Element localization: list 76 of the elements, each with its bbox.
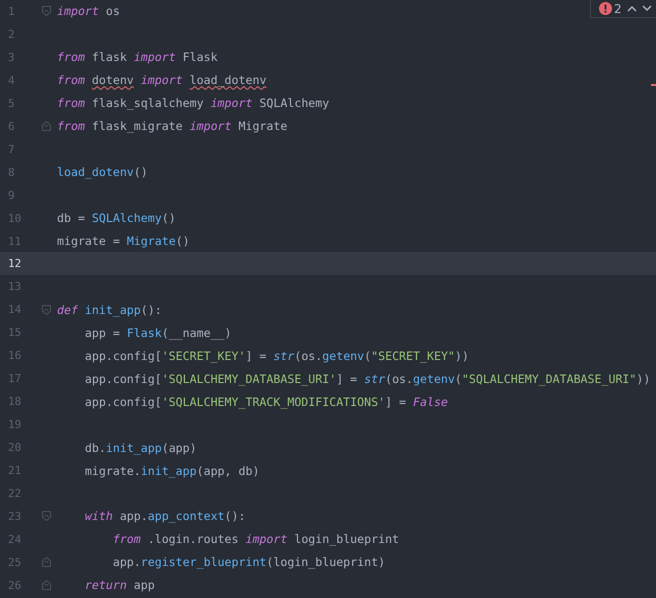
line-number: 21: [7, 464, 22, 478]
error-icon[interactable]: [599, 2, 612, 15]
editor-line[interactable]: 4 from dotenv import load_dotenv: [0, 68, 656, 92]
code-line: from flask_migrate import Migrate: [57, 119, 288, 134]
code-line: with app.app_context():: [84, 509, 246, 524]
chevron-down-icon[interactable]: [642, 5, 652, 12]
code-line: from dotenv import load_dotenv: [57, 73, 266, 88]
error-count: 2: [614, 2, 622, 16]
code-line: migrate = Migrate(): [57, 234, 190, 248]
editor-line[interactable]: 20 db.init_app(app): [0, 436, 656, 460]
line-number: 2: [7, 28, 16, 41]
line-number: 9: [7, 188, 16, 202]
line-number: 17: [7, 372, 22, 386]
editor-line[interactable]: 16 app.config['SECRET_KEY'] = str(os.getenv("SECRET_KEY")): [0, 344, 656, 368]
code-line: from flask_sqlalchemy import SQLAlchemy: [57, 96, 330, 110]
code-line: db = SQLAlchemy(): [57, 211, 176, 226]
line-number: 23: [7, 510, 22, 523]
fold-icon[interactable]: [42, 121, 51, 132]
code-line: app.register_blueprint(login_blueprint): [112, 555, 386, 570]
line-number: 6: [7, 120, 16, 133]
editor-line[interactable]: 1 import os 2: [0, 0, 656, 23]
editor-line[interactable]: 25 app.register_blueprint(login_blueprint): [0, 550, 656, 574]
chevron-up-icon[interactable]: [626, 5, 637, 12]
line-number: 20: [7, 441, 22, 454]
code-line: return app: [84, 578, 155, 592]
code-editor[interactable]: [0, 0, 656, 598]
line-number: 4: [7, 74, 16, 87]
line-number: 11: [7, 234, 22, 248]
line-number: 12: [7, 257, 22, 270]
code-line: from .login.routes import login_blueprint: [112, 532, 400, 546]
code-line: import os: [57, 4, 120, 18]
code-line: app = Flask(__name__): [84, 326, 232, 340]
editor-line[interactable]: 11 migrate = Migrate(): [0, 230, 656, 252]
fold-icon[interactable]: [42, 6, 51, 16]
line-number: 15: [7, 326, 22, 340]
error-stripe-marker[interactable]: [651, 84, 656, 86]
line-number: 10: [7, 212, 22, 225]
line-number: 18: [7, 395, 22, 408]
fold-icon[interactable]: [42, 557, 51, 568]
editor-line[interactable]: 21 migrate.init_app(app, db): [0, 459, 656, 482]
editor-line[interactable]: 24 from .login.routes import login_blueprint: [0, 528, 656, 551]
line-number: 3: [7, 50, 16, 64]
editor-line[interactable]: 10 db = SQLAlchemy(): [0, 206, 656, 230]
line-number: 7: [7, 142, 16, 156]
code-line: db.init_app(app): [84, 440, 197, 455]
line-number: 14: [7, 303, 22, 316]
code-line: migrate.init_app(app, db): [84, 464, 260, 478]
fold-icon[interactable]: [42, 304, 51, 315]
line-number: 5: [7, 96, 16, 110]
line-number: 25: [7, 556, 22, 569]
editor-line[interactable]: 14 def init_app():: [0, 298, 656, 322]
line-number: 19: [7, 418, 22, 432]
editor-line[interactable]: 8 load_dotenv(): [0, 160, 656, 184]
editor-line[interactable]: 6 from flask_migrate import Migrate: [0, 114, 656, 138]
line-number: 24: [7, 532, 22, 546]
line-number: 26: [7, 578, 22, 592]
fold-icon[interactable]: [42, 580, 51, 590]
editor-line[interactable]: 5 from flask_sqlalchemy import SQLAlchemy: [0, 92, 656, 115]
editor-line[interactable]: 18 app.config['SQLALCHEMY_TRACK_MODIFICATIONS'] = False: [0, 390, 656, 414]
line-number: 8: [7, 166, 16, 179]
editor-line[interactable]: 3 from flask import Flask: [0, 46, 656, 69]
editor-line[interactable]: 26 return app: [0, 574, 656, 597]
fold-icon[interactable]: [42, 511, 51, 522]
code-line: app.config['SQLALCHEMY_TRACK_MODIFICATIONS'] = False: [84, 394, 448, 409]
code-line: from flask import Flask: [57, 50, 218, 64]
line-number: 1: [7, 4, 16, 18]
code-line: load_dotenv(): [57, 165, 148, 180]
code-line: def init_app():: [57, 302, 162, 317]
line-number: 13: [7, 280, 22, 294]
code-line: app.config['SQLALCHEMY_DATABASE_URI'] = str(os.getenv("SQLALCHEMY_DATABASE_URI")): [84, 372, 650, 386]
line-number: 22: [7, 486, 22, 500]
editor-line[interactable]: 15 app = Flask(__name__): [0, 321, 656, 344]
code-line: app.config['SECRET_KEY'] = str(os.getenv("SECRET_KEY")): [84, 348, 469, 363]
line-number: 16: [7, 349, 22, 362]
editor-line[interactable]: 17 app.config['SQLALCHEMY_DATABASE_URI'] = str(os.getenv("SQLALCHEMY_DATABASE_URI")): [0, 367, 656, 390]
editor-line[interactable]: 23 with app.app_context():: [0, 504, 656, 528]
